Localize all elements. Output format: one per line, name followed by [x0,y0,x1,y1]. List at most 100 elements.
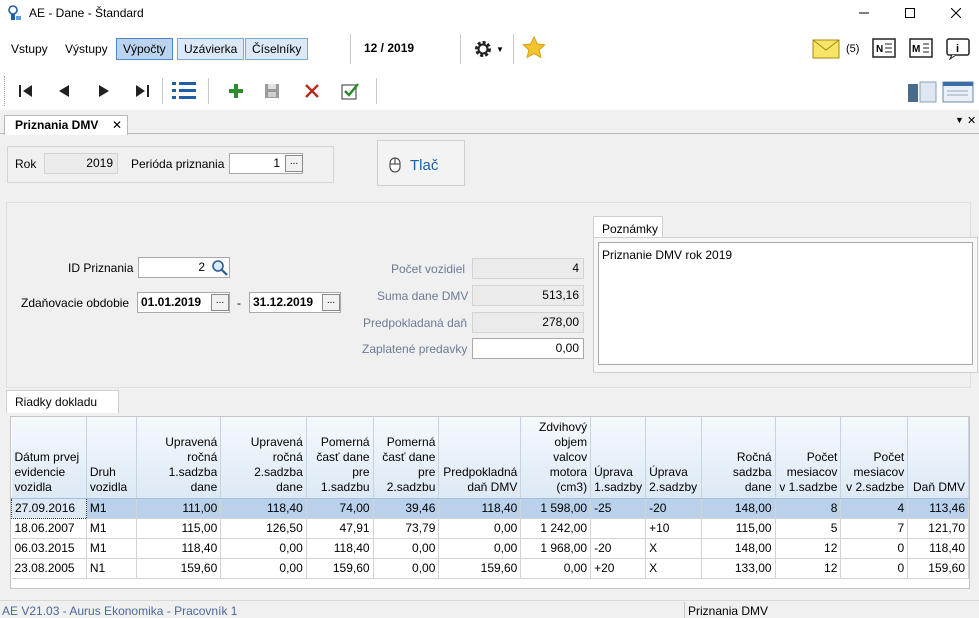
col-header[interactable]: Druh vozidla [86,417,137,499]
table-cell[interactable]: 118,40 [220,498,307,519]
add-button[interactable] [222,78,250,104]
table-cell[interactable]: 0,00 [373,558,440,579]
date-to-picker-button[interactable]: ... [322,294,340,311]
table-cell[interactable]: -20 [645,498,703,519]
table-row[interactable]: 27.09.2016 M1 111,00 118,40 74,00 39,46 118,40… [11,497,969,519]
col-header[interactable]: Pomerná časť dane pre 2.sadzbu [373,417,440,499]
menu-ciselniky[interactable]: Číselníky [245,38,309,60]
col-header[interactable]: Pomerná časť dane pre 1.sadzbu [306,417,374,499]
table-cell[interactable]: 0,00 [438,538,522,559]
col-header[interactable]: Úprava 1.sadzby [590,417,647,499]
table-cell[interactable]: 12 [775,538,842,559]
table-cell[interactable]: 115,00 [701,518,776,539]
table-row[interactable]: 23.08.2005 N1 159,60 0,00 159,60 0,00 159,60 0,… [11,558,969,579]
table-cell[interactable]: 121,70 [907,518,969,539]
close-tab-icon[interactable]: ✕ [112,116,122,134]
table-cell[interactable]: 159,60 [136,558,222,579]
menu-vystupy[interactable]: Výstupy [60,40,113,60]
table-cell[interactable]: 39,46 [373,498,440,519]
data-grid[interactable]: Dátum prvej evidencie vozidla Druh vozid… [10,416,970,589]
period-label[interactable]: 12 / 2019 [364,41,414,55]
table-cell[interactable]: -25 [590,498,647,519]
table-cell[interactable]: 8 [775,498,842,519]
col-header[interactable]: Upravená ročná 1.sadzba dane [136,417,222,499]
window-view-button[interactable] [942,78,974,107]
search-icon[interactable] [211,259,228,276]
table-cell[interactable]: 159,60 [907,558,969,579]
menu-vstupy[interactable]: Vstupy [6,40,53,60]
table-cell[interactable]: 7 [840,518,909,539]
table-cell[interactable]: 113,46 [907,498,969,519]
list-view-button[interactable] [170,78,198,104]
table-cell[interactable]: 133,00 [701,558,776,579]
col-header[interactable]: Počet mesiacov v 2.sadzbe [840,417,909,499]
table-cell[interactable]: 73,79 [373,518,440,539]
close-all-icon[interactable]: ✕ [967,114,976,127]
table-cell[interactable]: 159,60 [438,558,522,579]
previous-record-button[interactable] [50,78,78,104]
table-cell[interactable]: 18.06.2007 [11,518,87,539]
confirm-button[interactable] [336,78,364,104]
messages-button[interactable] [812,38,840,63]
table-cell[interactable]: 23.08.2005 [11,558,87,579]
col-header[interactable]: Daň DMV [907,417,969,499]
table-cell[interactable]: 47,91 [306,518,374,539]
table-cell[interactable] [590,518,647,539]
settings-button[interactable]: ▼ [472,38,508,60]
table-cell[interactable]: 0,00 [373,538,440,559]
news-button[interactable]: N [872,38,896,61]
table-cell[interactable]: 118,40 [907,538,969,559]
table-cell[interactable]: 06.03.2015 [11,538,87,559]
table-row[interactable]: 18.06.2007 M1 115,00 126,50 47,91 73,79 0,00 1 … [11,518,969,539]
table-cell[interactable]: 74,00 [306,498,374,519]
col-header[interactable]: Dátum prvej evidencie vozidla [11,417,87,499]
print-button[interactable]: Tlač [377,140,465,186]
table-cell[interactable]: N1 [86,558,137,579]
col-header[interactable]: Ročná sadzba dane [701,417,776,499]
table-cell[interactable]: 159,60 [306,558,374,579]
col-header[interactable]: Počet mesiacov v 1.sadzbe [775,417,842,499]
menu-vypocty[interactable]: Výpočty [116,38,173,60]
table-cell[interactable]: 4 [840,498,909,519]
table-cell[interactable]: 1 598,00 [520,498,592,519]
table-cell[interactable]: 126,50 [220,518,307,539]
col-header[interactable]: Upravená ročná 2.sadzba dane [220,417,307,499]
notes-textarea[interactable]: Priznanie DMV rok 2019 [598,242,973,365]
table-cell[interactable]: 148,00 [701,538,776,559]
menu-uzavierka[interactable]: Uzávierka [177,38,245,60]
table-cell[interactable]: +10 [645,518,703,539]
tab-poznamky[interactable]: Poznámky [593,216,663,238]
table-cell[interactable]: M1 [86,538,137,559]
table-cell[interactable]: 118,40 [438,498,522,519]
zaplatene-predavky-field[interactable]: 0,00 [472,338,584,359]
table-cell[interactable]: 1 968,00 [520,538,592,559]
table-cell[interactable]: -20 [590,538,647,559]
chevron-down-icon[interactable]: ▼ [955,115,964,125]
col-header[interactable]: Úprava 2.sadzby [645,417,703,499]
table-cell[interactable]: 12 [775,558,842,579]
table-cell[interactable]: 148,00 [701,498,776,519]
delete-button[interactable] [298,78,326,104]
save-button[interactable] [258,78,286,104]
mail-list-button[interactable]: M [909,38,933,61]
table-cell[interactable]: +20 [590,558,647,579]
minimize-button[interactable] [841,0,887,26]
table-cell[interactable]: 27.09.2016 [11,497,87,519]
tab-riadky-dokladu[interactable]: Riadky dokladu [6,390,119,413]
table-cell[interactable]: 0,00 [220,538,307,559]
table-cell[interactable]: 115,00 [136,518,222,539]
table-cell[interactable]: X [645,538,703,559]
table-cell[interactable]: 118,40 [306,538,374,559]
close-button[interactable] [933,0,979,26]
table-cell[interactable]: 118,40 [136,538,222,559]
col-header[interactable]: Zdvihový objem valcov motora (cm3) [520,417,592,499]
table-cell[interactable]: M1 [86,498,137,519]
table-cell[interactable]: 111,00 [136,498,222,519]
perioda-lookup-button[interactable]: ... [285,155,303,172]
table-cell[interactable]: 0,00 [520,558,592,579]
first-record-button[interactable] [12,78,40,104]
next-record-button[interactable] [90,78,118,104]
table-cell[interactable]: 1 242,00 [520,518,592,539]
last-record-button[interactable] [128,78,156,104]
table-cell[interactable]: 0,00 [438,518,522,539]
